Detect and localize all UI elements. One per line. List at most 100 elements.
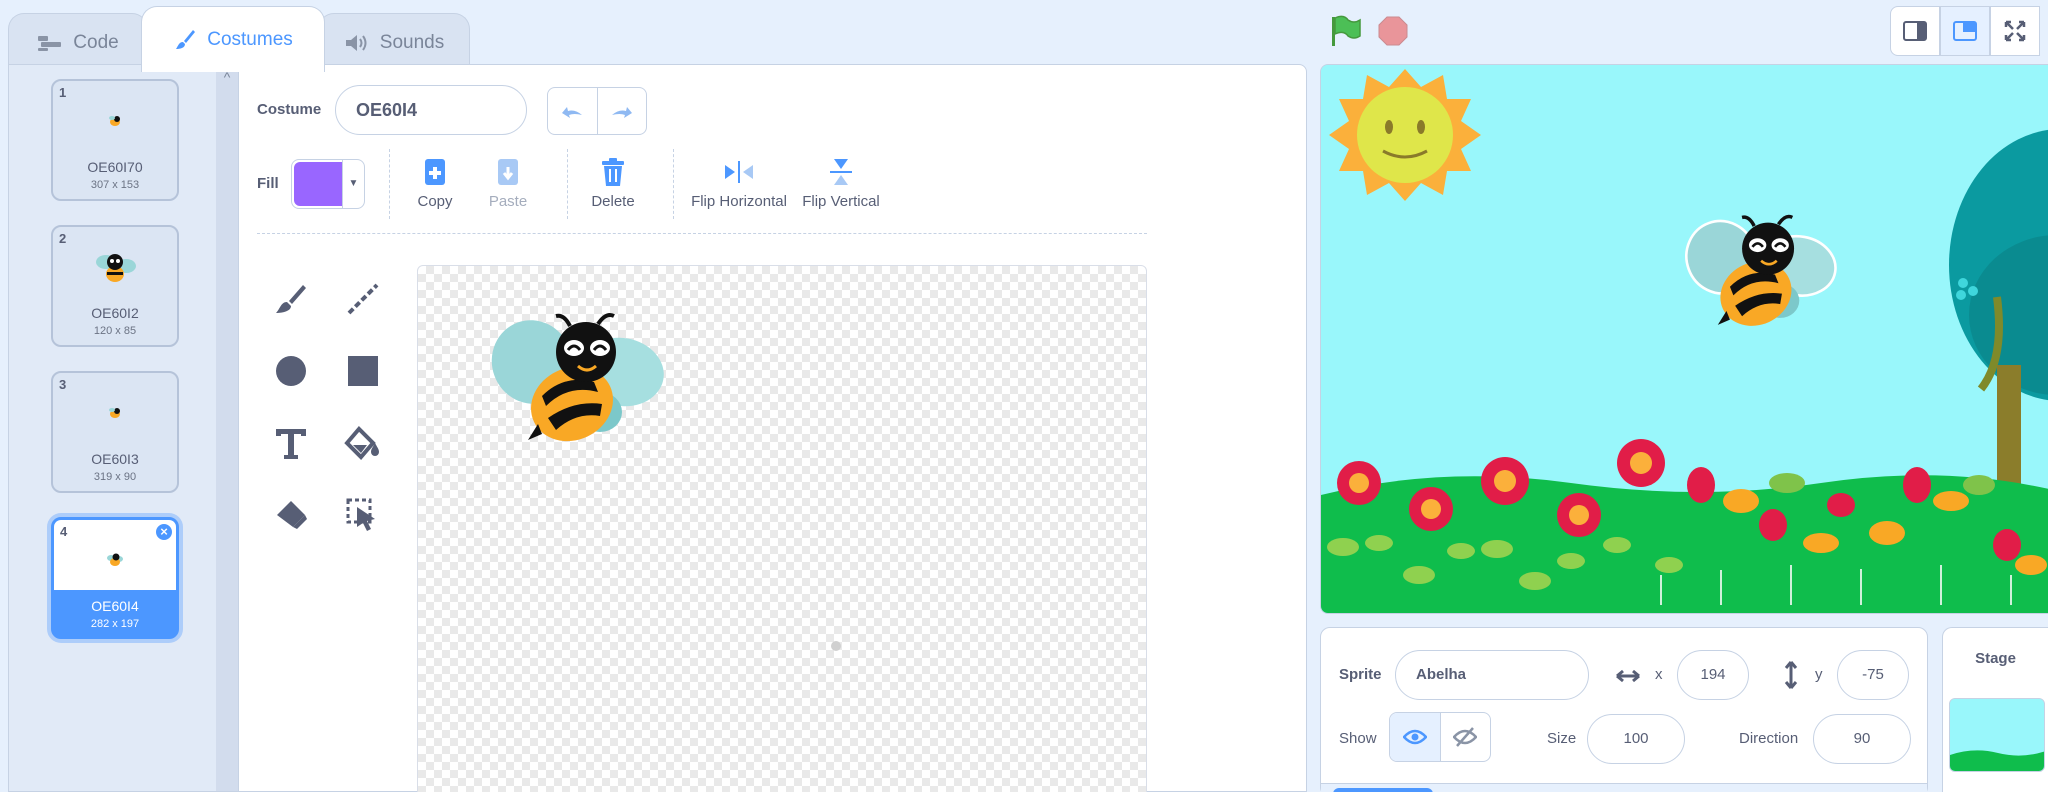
backdrop-thumbnail bbox=[1950, 699, 2044, 771]
fill-color-picker[interactable]: ▼ bbox=[291, 159, 365, 209]
costume-number: 4 bbox=[60, 524, 68, 539]
selected-sprite-indicator[interactable] bbox=[1333, 788, 1433, 792]
bee-sprite[interactable] bbox=[1677, 207, 1847, 337]
redo-button[interactable] bbox=[598, 88, 647, 134]
delete-button[interactable]: Delete bbox=[571, 157, 655, 210]
costume-number: 1 bbox=[59, 85, 67, 100]
show-sprite-button[interactable] bbox=[1390, 713, 1441, 761]
circle-icon bbox=[276, 356, 306, 386]
costume-size: 319 x 90 bbox=[93, 471, 137, 483]
toolbar-divider bbox=[389, 149, 390, 219]
green-flag-button[interactable] bbox=[1328, 14, 1362, 53]
costume-tile-4[interactable]: 4 × OE60I4 282 x 197 bbox=[51, 517, 179, 639]
stage-target-panel[interactable]: Stage bbox=[1942, 627, 2048, 792]
paste-icon bbox=[498, 159, 518, 185]
toolbar-separator bbox=[257, 233, 1147, 234]
eye-slash-icon bbox=[1453, 727, 1478, 747]
fill-color-swatch bbox=[294, 162, 342, 206]
delete-label: Delete bbox=[591, 193, 635, 210]
x-position-input[interactable]: 194 bbox=[1677, 650, 1749, 700]
y-position-input[interactable]: -75 bbox=[1837, 650, 1909, 700]
bee-thumbnail-icon bbox=[109, 408, 120, 418]
eraser-tool[interactable] bbox=[269, 493, 313, 537]
costume-number: 2 bbox=[59, 231, 67, 246]
bee-costume[interactable] bbox=[484, 304, 674, 454]
costume-tile-3[interactable]: 3 OE60I3 319 x 90 bbox=[51, 371, 179, 493]
delete-costume-icon[interactable]: × bbox=[154, 522, 174, 542]
undo-icon bbox=[562, 107, 583, 118]
stage-target-label: Stage bbox=[1975, 650, 2016, 667]
direction-label: Direction bbox=[1739, 730, 1799, 747]
size-label: Size bbox=[1547, 730, 1577, 747]
size-input[interactable]: 100 bbox=[1587, 714, 1685, 764]
bee-thumbnail-icon bbox=[107, 553, 123, 566]
costume-list-scrollbar[interactable]: ^ bbox=[216, 65, 238, 791]
code-icon bbox=[38, 35, 62, 51]
small-stage-button[interactable] bbox=[1890, 6, 1940, 56]
costume-name: OE60I70 bbox=[87, 159, 143, 175]
costume-tile-1[interactable]: 1 OE60I70 307 x 153 bbox=[51, 79, 179, 201]
stage-backdrop bbox=[1321, 65, 2048, 613]
select-cursor-icon bbox=[346, 498, 375, 531]
copy-button[interactable]: Copy bbox=[399, 157, 471, 210]
rectangle-icon bbox=[348, 356, 378, 386]
tab-code[interactable]: Code bbox=[8, 13, 148, 71]
costume-tile-2[interactable]: 2 OE60I2 120 x 85 bbox=[51, 225, 179, 347]
costume-thumbnail bbox=[53, 245, 177, 289]
flip-horizontal-button[interactable]: Flip Horizontal bbox=[687, 157, 791, 210]
trash-icon bbox=[602, 158, 624, 186]
fill-tool[interactable] bbox=[341, 421, 385, 465]
costume-name-input[interactable]: OE60I4 bbox=[335, 85, 527, 135]
costume-thumbnail bbox=[54, 538, 176, 582]
costume-number: 3 bbox=[59, 377, 67, 392]
sprite-info-panel: Sprite Abelha x 194 y -75 Show Size 100 … bbox=[1320, 627, 1928, 792]
stage-canvas[interactable] bbox=[1320, 64, 2048, 614]
copy-icon bbox=[425, 159, 445, 185]
stop-icon bbox=[1378, 16, 1408, 46]
canvas-center-marker bbox=[831, 641, 841, 651]
stage-size-controls bbox=[1890, 6, 2040, 56]
circle-tool[interactable] bbox=[269, 349, 313, 393]
sprite-name-input[interactable]: Abelha bbox=[1395, 650, 1589, 700]
tab-sounds[interactable]: Sounds bbox=[318, 13, 470, 71]
direction-input[interactable]: 90 bbox=[1813, 714, 1911, 764]
editor-tabs: Code Costumes Sounds bbox=[8, 6, 1308, 72]
tab-costumes[interactable]: Costumes bbox=[141, 6, 325, 72]
stage-thumbnail[interactable] bbox=[1949, 698, 2045, 772]
costume-size: 120 x 85 bbox=[93, 325, 137, 337]
x-label: x bbox=[1655, 666, 1663, 683]
green-flag-icon bbox=[1332, 15, 1361, 46]
flip-vertical-icon bbox=[830, 159, 852, 185]
toolbar-divider bbox=[673, 149, 674, 219]
stop-button[interactable] bbox=[1378, 16, 1408, 46]
brush-icon bbox=[176, 29, 196, 49]
costume-name: OE60I4 bbox=[91, 598, 139, 614]
fill-label: Fill bbox=[257, 175, 279, 192]
costume-list: ^ 1 OE60I70 307 x 153 2 OE60I2 120 x 85 … bbox=[8, 64, 238, 792]
select-tool[interactable] bbox=[341, 493, 385, 537]
normal-stage-button[interactable] bbox=[1940, 6, 1990, 56]
costume-size: 307 x 153 bbox=[90, 179, 140, 191]
flip-vertical-label: Flip Vertical bbox=[802, 193, 880, 210]
costume-label: Costume bbox=[257, 101, 322, 118]
fullscreen-button[interactable] bbox=[1990, 6, 2040, 56]
bee-thumbnail-icon bbox=[96, 254, 136, 282]
sprite-label: Sprite bbox=[1339, 666, 1382, 683]
copy-label: Copy bbox=[417, 193, 453, 210]
hide-sprite-button[interactable] bbox=[1441, 713, 1491, 761]
undo-button[interactable] bbox=[548, 88, 598, 134]
visibility-toggle bbox=[1389, 712, 1491, 762]
paint-editor: Costume OE60I4 Fill ▼ Copy Paste Delete … bbox=[238, 64, 1307, 792]
flip-horizontal-icon bbox=[725, 161, 753, 183]
tab-costumes-label: Costumes bbox=[207, 28, 293, 50]
brush-tool[interactable] bbox=[269, 277, 313, 321]
eraser-icon bbox=[277, 501, 307, 529]
paste-button[interactable]: Paste bbox=[472, 157, 544, 210]
costume-size: 282 x 197 bbox=[90, 618, 140, 630]
rectangle-tool[interactable] bbox=[341, 349, 385, 393]
flip-vertical-button[interactable]: Flip Vertical bbox=[797, 157, 885, 210]
speaker-icon bbox=[345, 34, 367, 51]
paint-canvas[interactable] bbox=[417, 265, 1147, 792]
text-tool[interactable] bbox=[269, 421, 313, 465]
line-tool[interactable] bbox=[341, 277, 385, 321]
